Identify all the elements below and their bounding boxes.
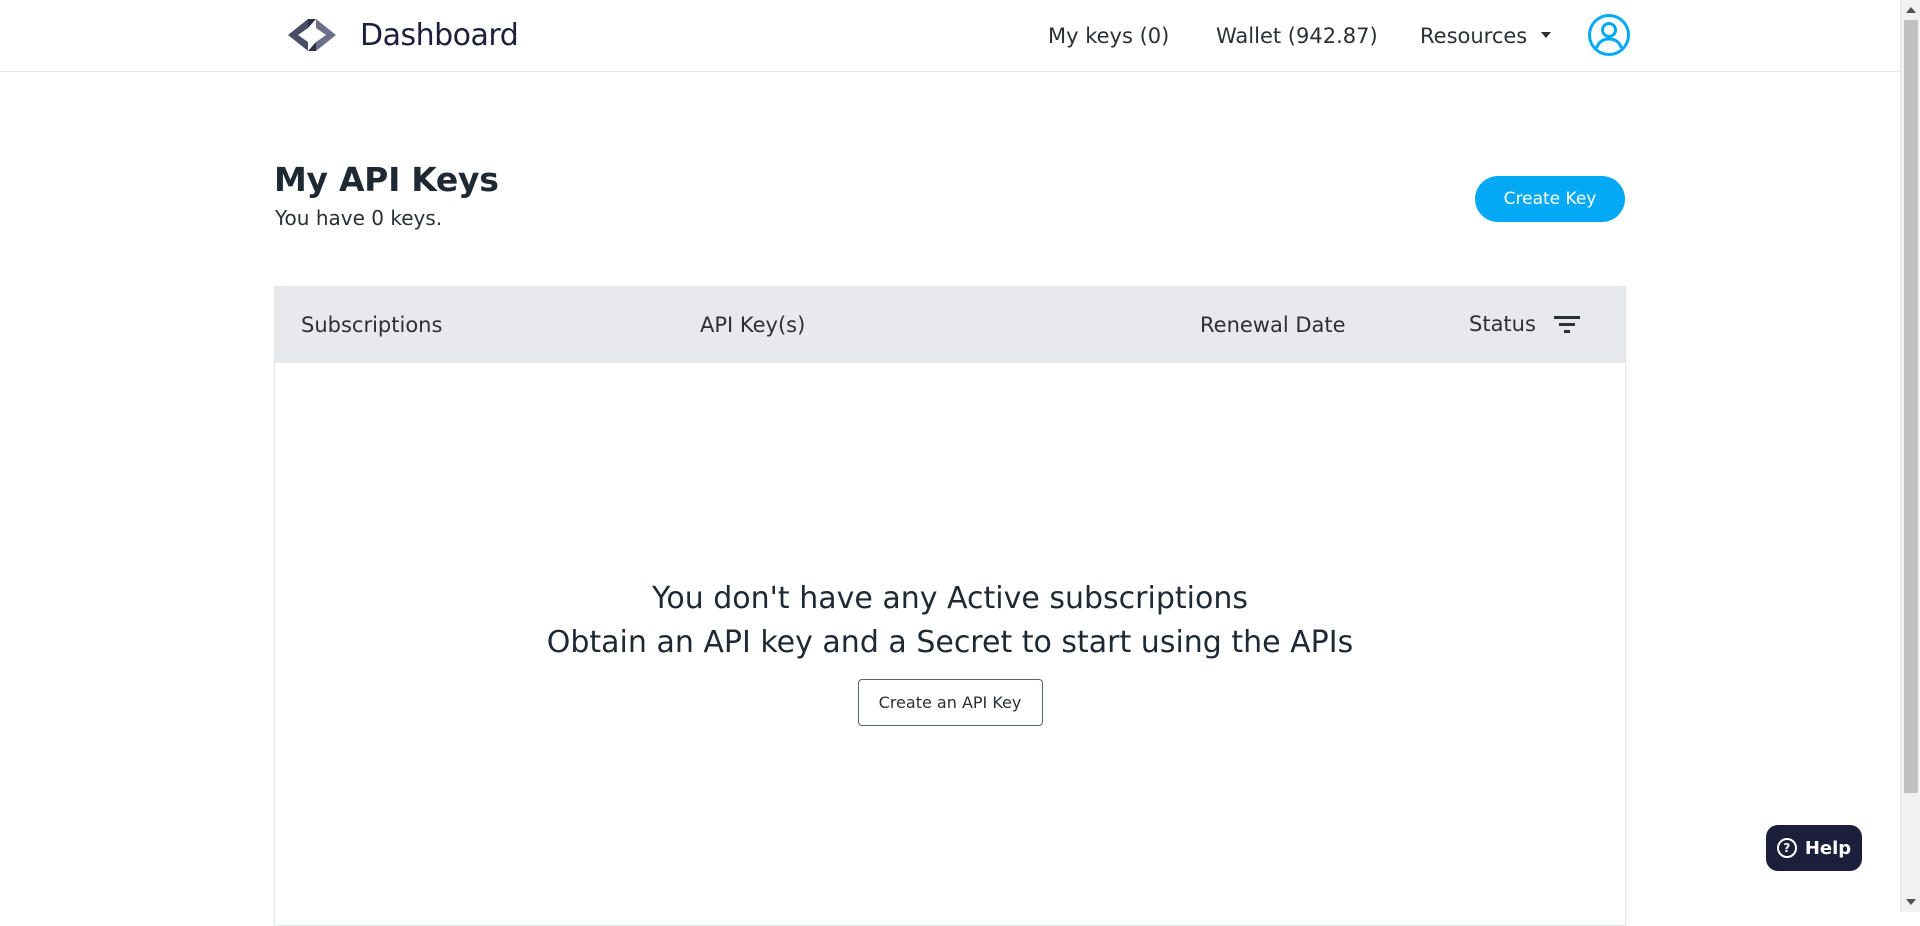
empty-state-title: You don't have any Active subscriptions: [652, 581, 1248, 616]
column-header-subscriptions: Subscriptions: [301, 313, 443, 337]
help-button[interactable]: ? Help: [1766, 825, 1862, 871]
nav-resources-dropdown[interactable]: Resources: [1420, 18, 1552, 54]
nav-wallet[interactable]: Wallet (942.87): [1216, 18, 1378, 54]
caret-down-icon: [1541, 32, 1552, 38]
help-label: Help: [1804, 837, 1852, 859]
column-header-renewal-date: Renewal Date: [1200, 313, 1346, 337]
brand[interactable]: Dashboard: [286, 16, 519, 54]
logo-icon: [288, 19, 336, 51]
create-key-button[interactable]: Create Key: [1475, 176, 1625, 222]
column-header-status: Status: [1469, 312, 1580, 336]
empty-state-description: Obtain an API key and a Secret to start …: [546, 625, 1354, 660]
page-title: My API Keys: [274, 160, 499, 199]
brand-title: Dashboard: [360, 17, 519, 53]
scroll-thumb[interactable]: [1904, 20, 1918, 793]
question-circle-icon: ?: [1776, 838, 1797, 858]
column-header-api-keys: API Key(s): [700, 313, 806, 337]
user-avatar-icon[interactable]: [1587, 13, 1631, 57]
create-api-key-button[interactable]: Create an API Key: [857, 679, 1043, 726]
nav-resources-label: Resources: [1420, 24, 1528, 48]
api-keys-table: Subscriptions API Key(s) Renewal Date St…: [274, 286, 1626, 926]
page-scrollbar[interactable]: [1900, 0, 1920, 912]
scroll-down-icon[interactable]: [1906, 899, 1916, 905]
filter-icon[interactable]: [1553, 314, 1580, 334]
key-count-text: You have 0 keys.: [275, 206, 443, 230]
scroll-up-icon[interactable]: [1906, 7, 1916, 13]
table-header: Subscriptions API Key(s) Renewal Date St…: [275, 287, 1625, 363]
top-navbar: Dashboard My keys (0) Wallet (942.87) Re…: [0, 0, 1900, 72]
empty-state: You don't have any Active subscriptions …: [275, 577, 1625, 726]
column-header-status-label: Status: [1469, 312, 1536, 336]
nav-my-keys[interactable]: My keys (0): [1048, 18, 1169, 54]
